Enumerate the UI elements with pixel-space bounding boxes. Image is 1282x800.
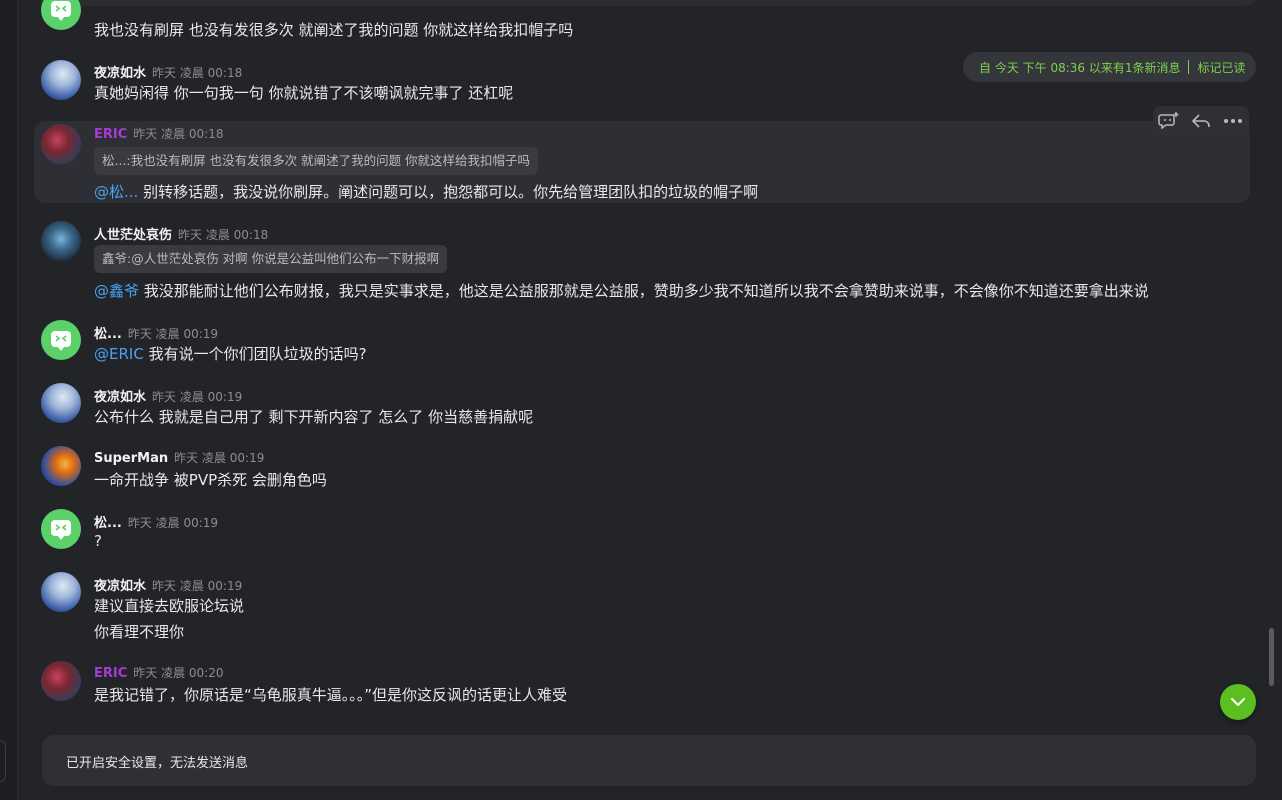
divider — [1188, 60, 1190, 74]
chevron-down-icon — [1230, 697, 1246, 707]
message-input-disabled: 已开启安全设置，无法发送消息 — [42, 735, 1256, 786]
message-item: SuperMan 昨天 凌晨 00:19 一命开战争 被PVP杀死 会删角色吗 — [17, 441, 1267, 501]
message-list: 我也没有刷屏 也没有发很多次 就阐述了我的问题 你就这样给我扣帽子吗 夜凉如水昨… — [17, 0, 1267, 720]
username[interactable]: 人世茫处哀伤 — [94, 228, 172, 243]
message-text: ? — [94, 532, 102, 550]
username[interactable]: 夜凉如水 — [94, 390, 146, 405]
username[interactable]: 松... — [94, 327, 122, 342]
timestamp: 昨天 凌晨 00:20 — [133, 666, 224, 680]
message-item: 我也没有刷屏 也没有发很多次 就阐述了我的问题 你就这样给我扣帽子吗 — [17, 0, 1267, 45]
avatar[interactable] — [41, 0, 81, 30]
new-messages-banner[interactable]: 自 今天 下午 08:36 以来有1条新消息 标记已读 — [963, 52, 1256, 82]
message-item: 松... 昨天 凌晨 00:19 @ERIC 我有说一个你们团队垃圾的话吗? — [17, 315, 1267, 375]
avatar[interactable] — [41, 383, 81, 423]
quoted-message[interactable]: 松...:我也没有刷屏 也没有发很多次 就阐述了我的问题 你就这样给我扣帽子吗 — [94, 147, 539, 175]
message-text: 你看理不理你 — [94, 623, 185, 641]
message-item: 人世茫处哀伤 昨天 凌晨 00:18 鑫爷:@人世茫处哀伤 对啊 你说是公益叫他们… — [17, 216, 1267, 306]
timestamp: 昨天 凌晨 00:18 — [133, 127, 224, 141]
username[interactable]: ERIC — [94, 127, 127, 142]
message-item: ERIC 昨天 凌晨 00:20 是我记错了，你原话是“乌龟服真牛逼。。。”但是你… — [17, 656, 1267, 716]
message-item: 夜凉如水 昨天 凌晨 00:19 公布什么 我就是自己用了 剩下开新内容了 怎么了… — [17, 378, 1267, 438]
username[interactable]: SuperMan — [94, 451, 168, 466]
mention[interactable]: @鑫爷 — [94, 282, 139, 300]
timestamp: 昨天 凌晨 00:19 — [127, 516, 219, 530]
message-text: @鑫爷 我没那能耐让他们公布财报，我只是实事求是，他这是公益服那就是公益服，赞助… — [94, 280, 1149, 301]
message-text: 我也没有刷屏 也没有发很多次 就阐述了我的问题 你就这样给我扣帽子吗 — [94, 21, 574, 39]
username[interactable]: 夜凉如水 — [94, 66, 146, 81]
avatar[interactable] — [41, 509, 81, 549]
timestamp: 昨天 凌晨 00:19 — [152, 390, 243, 404]
message-item: 松... 昨天 凌晨 00:19 ? — [17, 504, 1267, 564]
timestamp: 昨天 凌晨 00:19 — [127, 327, 219, 341]
message-item: 夜凉如水 昨天 凌晨 00:19 建议直接去欧服论坛说 你看理不理你 — [17, 567, 1267, 647]
disabled-notice: 已开启安全设置，无法发送消息 — [66, 756, 249, 771]
new-messages-text[interactable]: 自 今天 下午 08:36 以来有1条新消息 — [979, 59, 1180, 76]
timestamp: 昨天 凌晨 00:18 — [178, 228, 269, 242]
username[interactable]: 夜凉如水 — [94, 579, 146, 594]
mention[interactable]: @松... — [94, 183, 138, 201]
message-text: 是我记错了，你原话是“乌龟服真牛逼。。。”但是你这反讽的话更让人难受 — [94, 686, 568, 704]
message-text: 真她妈闲得 你一句我一句 你就说错了不该嘲讽就完事了 还杠呢 — [94, 84, 514, 102]
timestamp: 昨天 凌晨 00:19 — [152, 579, 243, 593]
mark-read-button[interactable]: 标记已读 — [1197, 59, 1245, 76]
rail-handle[interactable] — [0, 740, 6, 782]
avatar[interactable] — [41, 572, 81, 612]
left-rail — [0, 0, 18, 800]
username[interactable]: ERIC — [94, 666, 127, 681]
message-body: 我没那能耐让他们公布财报，我只是实事求是，他这是公益服那就是公益服，赞助多少我不… — [139, 282, 1149, 300]
message-text: @ERIC 我有说一个你们团队垃圾的话吗? — [94, 343, 367, 364]
avatar[interactable] — [41, 221, 81, 261]
message-text: @松... 别转移话题，我没说你刷屏。阐述问题可以，抱怨都可以。你先给管理团队扣… — [94, 181, 758, 202]
message-body: 别转移话题，我没说你刷屏。阐述问题可以，抱怨都可以。你先给管理团队扣的垃圾的帽子… — [138, 183, 759, 201]
message-body: 我有说一个你们团队垃圾的话吗? — [143, 345, 367, 363]
timestamp: 昨天 凌晨 00:18 — [152, 66, 243, 80]
message-actions-toolbar — [1153, 106, 1249, 136]
message-text: 建议直接去欧服论坛说 — [94, 597, 245, 615]
message-text: 一命开战争 被PVP杀死 会删角色吗 — [94, 471, 327, 489]
avatar[interactable] — [41, 446, 81, 486]
quoted-message[interactable]: 鑫爷:@人世茫处哀伤 对啊 你说是公益叫他们公布一下财报啊 — [94, 245, 448, 273]
scrollbar-thumb[interactable] — [1269, 628, 1274, 686]
timestamp: 昨天 凌晨 00:19 — [174, 451, 265, 465]
sticker-add-icon[interactable] — [1158, 111, 1180, 131]
mention[interactable]: @ERIC — [94, 345, 144, 363]
avatar[interactable] — [41, 320, 81, 360]
scroll-to-bottom-button[interactable] — [1220, 684, 1256, 720]
avatar[interactable] — [41, 60, 81, 100]
avatar[interactable] — [41, 661, 81, 701]
avatar[interactable] — [41, 124, 81, 164]
username[interactable]: 松... — [94, 516, 122, 531]
message-text: 公布什么 我就是自己用了 剩下开新内容了 怎么了 你当慈善捐献呢 — [94, 408, 534, 426]
more-icon[interactable] — [1222, 111, 1244, 131]
message-item-hovered: ERIC 昨天 凌晨 00:18 松...:我也没有刷屏 也没有发很多次 就阐述了… — [34, 121, 1250, 203]
reply-icon[interactable] — [1190, 111, 1212, 131]
